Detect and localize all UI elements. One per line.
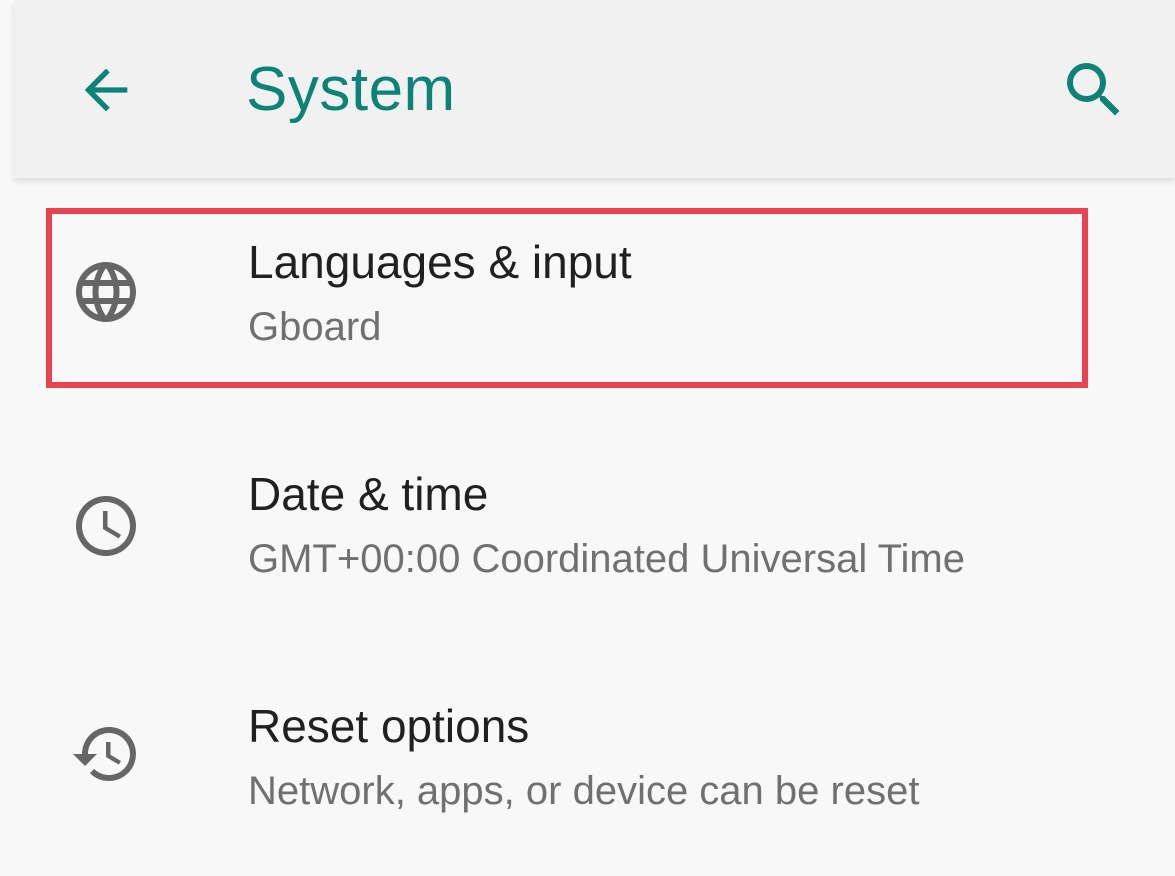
- back-button[interactable]: [56, 40, 156, 140]
- history-icon: [68, 716, 144, 792]
- item-summary: GMT+00:00 Coordinated Universal Time: [248, 537, 965, 581]
- item-label: Reset options: [248, 700, 530, 752]
- page-title: System: [246, 55, 456, 124]
- item-summary: Gboard: [248, 305, 382, 349]
- arrow-back-icon: [84, 68, 128, 112]
- app-bar: System: [14, 0, 1175, 178]
- globe-icon: [68, 254, 144, 330]
- settings-screen: System Languages & input Gboard Date & t…: [0, 0, 1175, 876]
- settings-item-languages-input[interactable]: Languages & input Gboard: [14, 196, 1175, 396]
- clock-icon: [68, 488, 144, 564]
- item-summary: Network, apps, or device can be reset: [248, 769, 920, 813]
- item-label: Languages & input: [248, 236, 632, 288]
- item-label: Date & time: [248, 468, 489, 520]
- settings-item-date-time[interactable]: Date & time GMT+00:00 Coordinated Univer…: [14, 428, 1175, 628]
- settings-item-reset-options[interactable]: Reset options Network, apps, or device c…: [14, 660, 1175, 860]
- search-icon: [1067, 63, 1120, 116]
- search-button[interactable]: [1044, 40, 1144, 140]
